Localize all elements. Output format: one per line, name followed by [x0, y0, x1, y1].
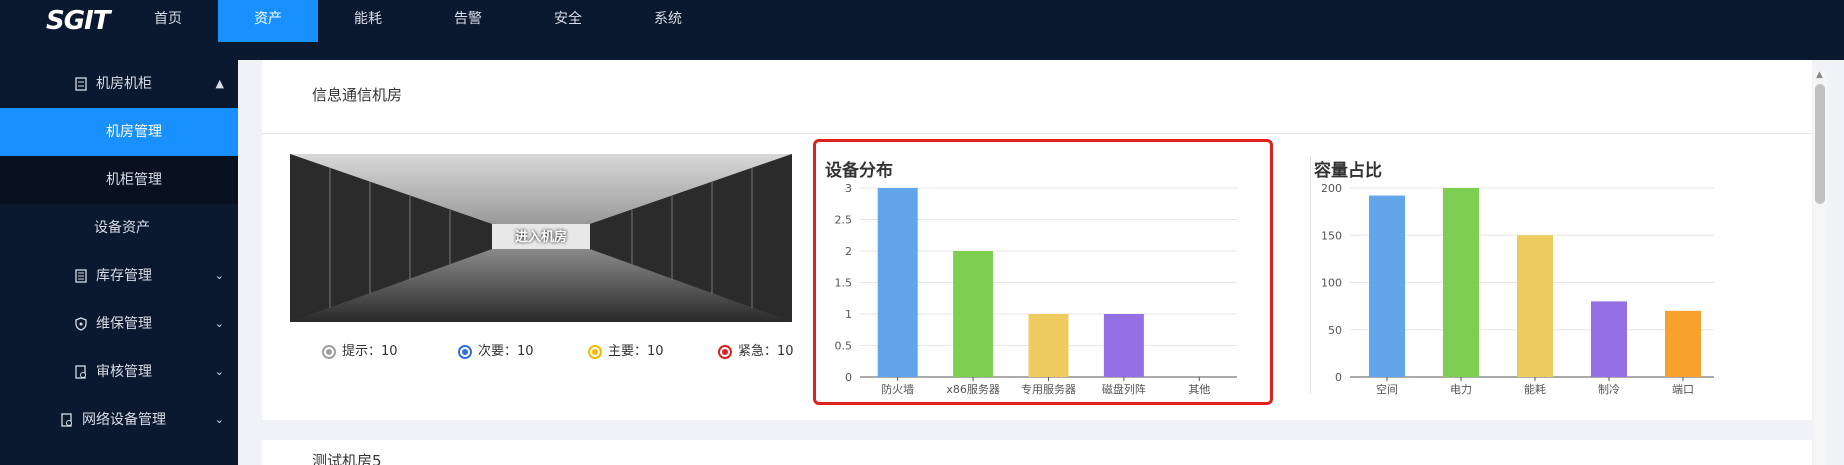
major-dot-icon — [588, 345, 602, 359]
y-tick-label: 200 — [1321, 182, 1342, 195]
y-tick-label: 0.5 — [835, 340, 853, 353]
nav-home[interactable]: 首页 — [118, 0, 218, 42]
nav-alarms[interactable]: 告警 — [418, 0, 518, 42]
y-tick-label: 50 — [1328, 324, 1342, 337]
y-tick-label: 150 — [1321, 229, 1342, 242]
sidebar-item-network-devices[interactable]: 网络设备管理 ⌄ — [0, 396, 238, 444]
bar[interactable] — [1591, 301, 1627, 377]
minor-dot-icon — [458, 345, 472, 359]
sidebar-item-device-assets[interactable]: 设备资产 — [0, 204, 238, 252]
bar[interactable] — [877, 188, 918, 377]
device-distribution-chart: 0 0.5 1 1.5 2 2.5 3 防火墙 x86服务器 专用服务器 磁盘列阵 其他 — [835, 182, 1237, 396]
x-tick-label: 专用服务器 — [1021, 382, 1076, 396]
sidebar-item-label: 机房管理 — [106, 124, 162, 140]
chevron-down-icon: ⌄ — [214, 413, 224, 426]
x-tick-label: 防火墙 — [881, 382, 914, 396]
room-image[interactable]: 进入机房 — [290, 154, 792, 322]
capacity-chart-title: 容量占比 — [1314, 161, 1382, 181]
y-tick-label: 100 — [1321, 277, 1342, 290]
sidebar-item-label: 机柜管理 — [106, 172, 162, 188]
sidebar-item-room-cabinet[interactable]: 机房机柜 ▲ — [0, 60, 238, 108]
inventory-icon — [74, 269, 88, 283]
x-tick-label: 磁盘列阵 — [1102, 382, 1146, 396]
shield-icon — [74, 317, 88, 331]
device-chart-title: 设备分布 — [825, 161, 893, 181]
network-icon — [60, 413, 74, 427]
main-content: 信息通信机房 进入机房 提示：10 次要：10 主要：10 紧急：10 设备分布… — [238, 60, 1844, 465]
sidebar: 机房机柜 ▲ 机房管理 机柜管理 设备资产 库存管理 ⌄ 维保管理 ⌄ 审核管理… — [0, 60, 238, 465]
sidebar-item-audit[interactable]: 审核管理 ⌄ — [0, 348, 238, 396]
bar[interactable] — [1665, 310, 1701, 377]
capacity-ratio-chart: 0 50 100 150 200 空间 电力 能耗 制冷 端口 — [1321, 182, 1714, 396]
chevron-down-icon: ⌄ — [214, 317, 224, 330]
chevron-up-icon: ▲ — [215, 77, 224, 90]
sidebar-item-label: 审核管理 — [96, 364, 152, 380]
nav-energy[interactable]: 能耗 — [318, 0, 418, 42]
cabinet-icon — [74, 77, 88, 91]
critical-dot-icon — [718, 345, 732, 359]
y-tick-label: 0 — [845, 371, 852, 384]
x-tick-label: 其他 — [1188, 383, 1210, 396]
chevron-down-icon: ⌄ — [214, 365, 224, 378]
sidebar-item-label: 网络设备管理 — [82, 412, 166, 428]
sidebar-item-room-management[interactable]: 机房管理 — [0, 108, 238, 156]
chevron-down-icon: ⌄ — [214, 269, 224, 282]
x-tick-label: 电力 — [1450, 383, 1472, 396]
sidebar-item-label: 维保管理 — [96, 316, 152, 332]
x-tick-label: x86服务器 — [946, 383, 1000, 396]
bar[interactable] — [1443, 188, 1479, 377]
room-card-2: 测试机房5 — [262, 440, 1812, 465]
room-title-2: 测试机房5 — [312, 452, 382, 465]
bar[interactable] — [1103, 314, 1144, 377]
y-tick-label: 1.5 — [835, 277, 853, 290]
x-tick-label: 制冷 — [1598, 383, 1620, 396]
sidebar-item-label: 机房机柜 — [96, 76, 152, 92]
sidebar-item-label: 设备资产 — [94, 220, 150, 236]
nav-system[interactable]: 系统 — [618, 0, 718, 42]
scrollbar[interactable]: ▲ — [1813, 70, 1827, 465]
y-tick-label: 3 — [845, 182, 852, 195]
divider — [1310, 156, 1311, 394]
nav-security[interactable]: 安全 — [518, 0, 618, 42]
y-tick-label: 2 — [845, 245, 852, 258]
y-tick-label: 0 — [1335, 371, 1342, 384]
x-tick-label: 能耗 — [1524, 382, 1546, 396]
y-tick-label: 2.5 — [835, 214, 853, 227]
x-tick-label: 端口 — [1672, 383, 1694, 396]
bar[interactable] — [1369, 195, 1405, 377]
x-tick-label: 空间 — [1376, 382, 1398, 396]
hint-dot-icon — [322, 345, 336, 359]
sidebar-item-maintenance[interactable]: 维保管理 ⌄ — [0, 300, 238, 348]
top-navbar: SGIT 首页 资产 能耗 告警 安全 系统 — [0, 0, 1844, 60]
bar[interactable] — [953, 251, 994, 377]
bar[interactable] — [1028, 314, 1069, 377]
enter-room-button[interactable]: 进入机房 — [290, 154, 792, 322]
scroll-thumb[interactable] — [1815, 84, 1825, 204]
nav-assets[interactable]: 资产 — [218, 0, 318, 42]
sidebar-item-label: 库存管理 — [96, 268, 152, 284]
sidebar-item-inventory[interactable]: 库存管理 ⌄ — [0, 252, 238, 300]
bar[interactable] — [1517, 235, 1553, 377]
y-tick-label: 1 — [845, 308, 852, 321]
divider — [262, 133, 1812, 134]
room-title: 信息通信机房 — [312, 86, 403, 104]
room-card: 信息通信机房 进入机房 提示：10 次要：10 主要：10 紧急：10 设备分布… — [262, 60, 1812, 420]
audit-icon — [74, 365, 88, 379]
sidebar-item-cabinet-management[interactable]: 机柜管理 — [0, 156, 238, 204]
scroll-up-icon[interactable]: ▲ — [1816, 70, 1823, 80]
logo: SGIT — [46, 6, 110, 36]
